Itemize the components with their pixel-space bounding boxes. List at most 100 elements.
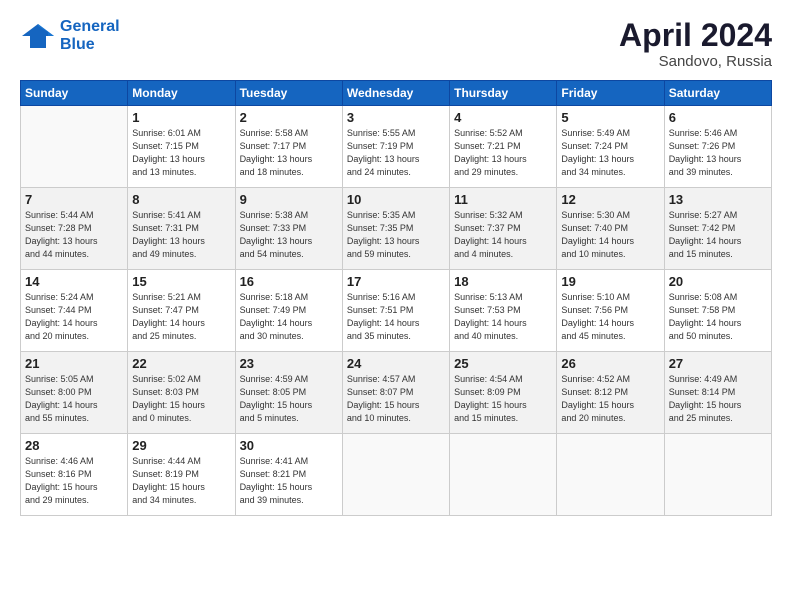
- day-number: 25: [454, 356, 552, 371]
- day-info: Sunrise: 4:57 AMSunset: 8:07 PMDaylight:…: [347, 373, 445, 425]
- day-number: 22: [132, 356, 230, 371]
- table-row: 20 Sunrise: 5:08 AMSunset: 7:58 PMDayligh…: [664, 270, 771, 352]
- day-info: Sunrise: 5:13 AMSunset: 7:53 PMDaylight:…: [454, 291, 552, 343]
- day-info: Sunrise: 4:54 AMSunset: 8:09 PMDaylight:…: [454, 373, 552, 425]
- day-number: 7: [25, 192, 123, 207]
- table-row: 25 Sunrise: 4:54 AMSunset: 8:09 PMDayligh…: [450, 352, 557, 434]
- day-info: Sunrise: 5:16 AMSunset: 7:51 PMDaylight:…: [347, 291, 445, 343]
- day-info: Sunrise: 5:21 AMSunset: 7:47 PMDaylight:…: [132, 291, 230, 343]
- day-number: 14: [25, 274, 123, 289]
- day-info: Sunrise: 5:05 AMSunset: 8:00 PMDaylight:…: [25, 373, 123, 425]
- day-info: Sunrise: 5:24 AMSunset: 7:44 PMDaylight:…: [25, 291, 123, 343]
- header-friday: Friday: [557, 81, 664, 106]
- table-row: 13 Sunrise: 5:27 AMSunset: 7:42 PMDayligh…: [664, 188, 771, 270]
- day-info: Sunrise: 5:35 AMSunset: 7:35 PMDaylight:…: [347, 209, 445, 261]
- day-number: 28: [25, 438, 123, 453]
- table-row: 30 Sunrise: 4:41 AMSunset: 8:21 PMDayligh…: [235, 434, 342, 516]
- logo-text: General Blue: [60, 18, 120, 55]
- calendar-week-row: 7Sunrise: 5:44 AMSunset: 7:28 PMDaylight…: [21, 188, 772, 270]
- header-sunday: Sunday: [21, 81, 128, 106]
- table-row: 23 Sunrise: 4:59 AMSunset: 8:05 PMDayligh…: [235, 352, 342, 434]
- calendar-page: General Blue April 2024 Sandovo, Russia …: [0, 0, 792, 612]
- day-info: Sunrise: 5:10 AMSunset: 7:56 PMDaylight:…: [561, 291, 659, 343]
- day-info: Sunrise: 5:55 AMSunset: 7:19 PMDaylight:…: [347, 127, 445, 179]
- table-row: 7Sunrise: 5:44 AMSunset: 7:28 PMDaylight…: [21, 188, 128, 270]
- table-row: 9 Sunrise: 5:38 AMSunset: 7:33 PMDaylight…: [235, 188, 342, 270]
- day-number: 20: [669, 274, 767, 289]
- header-wednesday: Wednesday: [342, 81, 449, 106]
- day-number: 19: [561, 274, 659, 289]
- day-number: 27: [669, 356, 767, 371]
- day-number: 6: [669, 110, 767, 125]
- table-row: 15 Sunrise: 5:21 AMSunset: 7:47 PMDayligh…: [128, 270, 235, 352]
- title-block: April 2024 Sandovo, Russia: [619, 18, 772, 70]
- day-number: 29: [132, 438, 230, 453]
- table-row: [557, 434, 664, 516]
- day-number: 21: [25, 356, 123, 371]
- day-info: Sunrise: 5:02 AMSunset: 8:03 PMDaylight:…: [132, 373, 230, 425]
- day-number: 18: [454, 274, 552, 289]
- table-row: [664, 434, 771, 516]
- day-number: 10: [347, 192, 445, 207]
- day-number: 3: [347, 110, 445, 125]
- day-number: 30: [240, 438, 338, 453]
- day-number: 4: [454, 110, 552, 125]
- header-tuesday: Tuesday: [235, 81, 342, 106]
- calendar-week-row: 28 Sunrise: 4:46 AMSunset: 8:16 PMDayligh…: [21, 434, 772, 516]
- calendar-table: Sunday Monday Tuesday Wednesday Thursday…: [20, 80, 772, 516]
- table-row: [450, 434, 557, 516]
- day-info: Sunrise: 5:27 AMSunset: 7:42 PMDaylight:…: [669, 209, 767, 261]
- day-number: 16: [240, 274, 338, 289]
- day-number: 12: [561, 192, 659, 207]
- header-thursday: Thursday: [450, 81, 557, 106]
- table-row: 27Sunrise: 4:49 AMSunset: 8:14 PMDayligh…: [664, 352, 771, 434]
- header: General Blue April 2024 Sandovo, Russia: [20, 18, 772, 70]
- month-title: April 2024: [619, 18, 772, 53]
- table-row: 5 Sunrise: 5:49 AMSunset: 7:24 PMDaylight…: [557, 106, 664, 188]
- table-row: 10 Sunrise: 5:35 AMSunset: 7:35 PMDayligh…: [342, 188, 449, 270]
- day-info: Sunrise: 5:32 AMSunset: 7:37 PMDaylight:…: [454, 209, 552, 261]
- table-row: 2Sunrise: 5:58 AMSunset: 7:17 PMDaylight…: [235, 106, 342, 188]
- logo-icon: [20, 22, 56, 50]
- day-number: 26: [561, 356, 659, 371]
- table-row: 22 Sunrise: 5:02 AMSunset: 8:03 PMDayligh…: [128, 352, 235, 434]
- day-info: Sunrise: 4:46 AMSunset: 8:16 PMDaylight:…: [25, 455, 123, 507]
- header-saturday: Saturday: [664, 81, 771, 106]
- logo: General Blue: [20, 18, 120, 55]
- table-row: [342, 434, 449, 516]
- day-info: Sunrise: 5:08 AMSunset: 7:58 PMDaylight:…: [669, 291, 767, 343]
- table-row: 21 Sunrise: 5:05 AMSunset: 8:00 PMDayligh…: [21, 352, 128, 434]
- day-number: 23: [240, 356, 338, 371]
- day-number: 5: [561, 110, 659, 125]
- day-number: 9: [240, 192, 338, 207]
- table-row: 16 Sunrise: 5:18 AMSunset: 7:49 PMDayligh…: [235, 270, 342, 352]
- table-row: 11 Sunrise: 5:32 AMSunset: 7:37 PMDayligh…: [450, 188, 557, 270]
- day-info: Sunrise: 4:52 AMSunset: 8:12 PMDaylight:…: [561, 373, 659, 425]
- day-info: Sunrise: 4:41 AMSunset: 8:21 PMDaylight:…: [240, 455, 338, 507]
- table-row: 1Sunrise: 6:01 AMSunset: 7:15 PMDaylight…: [128, 106, 235, 188]
- header-monday: Monday: [128, 81, 235, 106]
- table-row: 28 Sunrise: 4:46 AMSunset: 8:16 PMDayligh…: [21, 434, 128, 516]
- day-number: 11: [454, 192, 552, 207]
- day-number: 17: [347, 274, 445, 289]
- day-info: Sunrise: 5:38 AMSunset: 7:33 PMDaylight:…: [240, 209, 338, 261]
- table-row: 14 Sunrise: 5:24 AMSunset: 7:44 PMDayligh…: [21, 270, 128, 352]
- day-info: Sunrise: 5:52 AMSunset: 7:21 PMDaylight:…: [454, 127, 552, 179]
- table-row: 3 Sunrise: 5:55 AMSunset: 7:19 PMDaylight…: [342, 106, 449, 188]
- table-row: 19 Sunrise: 5:10 AMSunset: 7:56 PMDayligh…: [557, 270, 664, 352]
- calendar-week-row: 21 Sunrise: 5:05 AMSunset: 8:00 PMDayligh…: [21, 352, 772, 434]
- day-info: Sunrise: 5:49 AMSunset: 7:24 PMDaylight:…: [561, 127, 659, 179]
- day-number: 13: [669, 192, 767, 207]
- calendar-week-row: 1Sunrise: 6:01 AMSunset: 7:15 PMDaylight…: [21, 106, 772, 188]
- day-number: 15: [132, 274, 230, 289]
- day-info: Sunrise: 5:30 AMSunset: 7:40 PMDaylight:…: [561, 209, 659, 261]
- table-row: 8Sunrise: 5:41 AMSunset: 7:31 PMDaylight…: [128, 188, 235, 270]
- table-row: [21, 106, 128, 188]
- days-header-row: Sunday Monday Tuesday Wednesday Thursday…: [21, 81, 772, 106]
- day-info: Sunrise: 4:59 AMSunset: 8:05 PMDaylight:…: [240, 373, 338, 425]
- table-row: 4 Sunrise: 5:52 AMSunset: 7:21 PMDaylight…: [450, 106, 557, 188]
- day-info: Sunrise: 5:18 AMSunset: 7:49 PMDaylight:…: [240, 291, 338, 343]
- day-info: Sunrise: 6:01 AMSunset: 7:15 PMDaylight:…: [132, 127, 230, 179]
- day-number: 2: [240, 110, 338, 125]
- table-row: 18 Sunrise: 5:13 AMSunset: 7:53 PMDayligh…: [450, 270, 557, 352]
